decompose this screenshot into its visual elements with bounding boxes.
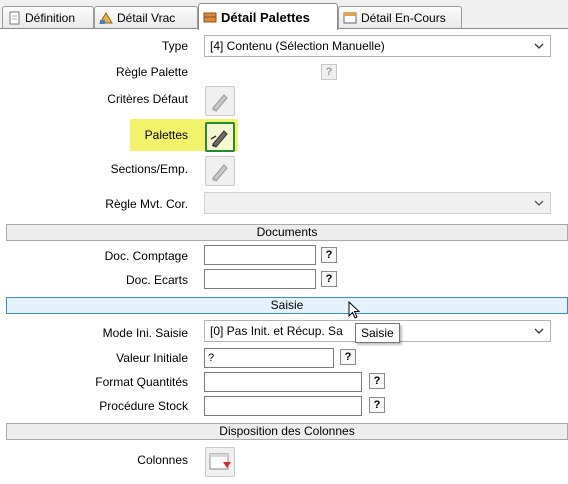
tab-bar: Définition Détail Vrac Détail Palettes D… bbox=[0, 0, 568, 30]
doc-comptage-help-button[interactable]: ? bbox=[321, 247, 337, 263]
regle-mvt-cor-select[interactable] bbox=[204, 192, 551, 214]
regle-palette-help-button[interactable]: ? bbox=[321, 64, 337, 80]
saisie-tooltip: Saisie bbox=[355, 323, 400, 343]
window-icon bbox=[343, 11, 357, 25]
disposition-colonnes-section-header: Disposition des Colonnes bbox=[6, 423, 568, 440]
colonnes-button[interactable] bbox=[205, 447, 235, 477]
doc-ecarts-label: Doc. Ecarts bbox=[125, 273, 188, 287]
columns-layout-icon bbox=[209, 453, 231, 470]
edit-pen-icon bbox=[212, 164, 228, 182]
doc-comptage-label: Doc. Comptagе bbox=[104, 249, 188, 263]
bulk-icon bbox=[99, 11, 113, 25]
regle-palette-label: Règle Palette bbox=[115, 65, 188, 79]
tab-detail-palettes[interactable]: Détail Palettes bbox=[198, 3, 338, 30]
valeur-initiale-help-button[interactable]: ? bbox=[340, 349, 356, 365]
tab-label: Détail Vrac bbox=[117, 10, 176, 25]
doc-comptage-field[interactable] bbox=[204, 245, 316, 265]
page-icon bbox=[7, 11, 21, 25]
saisie-section-header[interactable]: Saisie bbox=[6, 297, 568, 314]
format-quantites-label: Format Quantités bbox=[95, 375, 188, 389]
form-panel: Type [4] Contenu (Sélection Manuelle) Rè… bbox=[0, 29, 568, 484]
type-label: Type bbox=[161, 39, 188, 53]
criteres-defaut-label: Critères Défaut bbox=[107, 92, 188, 106]
doc-ecarts-field[interactable] bbox=[204, 269, 316, 289]
procedure-stock-help-button[interactable]: ? bbox=[369, 397, 385, 413]
regle-mvt-cor-label: Règle Mvt. Cor. bbox=[105, 197, 188, 211]
chevron-down-icon bbox=[534, 43, 544, 49]
sections-emp-button[interactable] bbox=[205, 156, 235, 186]
sections-emp-label: Sections/Emp. bbox=[110, 162, 188, 176]
tab-label: Définition bbox=[25, 10, 76, 25]
tab-label: Détail Palettes bbox=[221, 9, 310, 25]
valeur-initiale-field[interactable]: ? bbox=[204, 348, 334, 368]
mode-ini-saisie-label: Mode Ini. Saisie bbox=[102, 326, 188, 340]
edit-pen-icon bbox=[212, 94, 228, 112]
valeur-initiale-label: Valeur Initiale bbox=[116, 351, 188, 365]
criteres-defaut-button[interactable] bbox=[205, 86, 235, 116]
procedure-stock-field[interactable] bbox=[204, 396, 362, 416]
documents-section-header: Documents bbox=[6, 224, 568, 241]
palettes-button[interactable] bbox=[205, 122, 235, 152]
mouse-cursor-icon bbox=[348, 301, 361, 319]
tab-detail-vrac[interactable]: Détail Vrac bbox=[94, 6, 198, 28]
procedure-stock-label: Procédure Stock bbox=[99, 399, 188, 413]
tab-detail-en-cours[interactable]: Détail En-Cours bbox=[338, 6, 462, 28]
format-quantites-field[interactable] bbox=[204, 372, 362, 392]
chevron-down-icon bbox=[534, 200, 544, 206]
type-value: [4] Contenu (Sélection Manuelle) bbox=[210, 39, 385, 53]
doc-ecarts-help-button[interactable]: ? bbox=[321, 271, 337, 287]
chevron-down-icon bbox=[534, 328, 544, 334]
colonnes-label: Colonnes bbox=[137, 453, 188, 467]
tab-label: Détail En-Cours bbox=[361, 10, 446, 25]
tab-definition[interactable]: Définition bbox=[2, 6, 94, 28]
format-quantites-help-button[interactable]: ? bbox=[369, 373, 385, 389]
pallet-icon bbox=[203, 10, 217, 24]
edit-pen-icon bbox=[210, 130, 228, 148]
mode-ini-saisie-value: [0] Pas Init. et Récup. Sa bbox=[210, 324, 343, 338]
type-select[interactable]: [4] Contenu (Sélection Manuelle) bbox=[204, 35, 551, 57]
palettes-label: Palettes bbox=[144, 128, 188, 142]
